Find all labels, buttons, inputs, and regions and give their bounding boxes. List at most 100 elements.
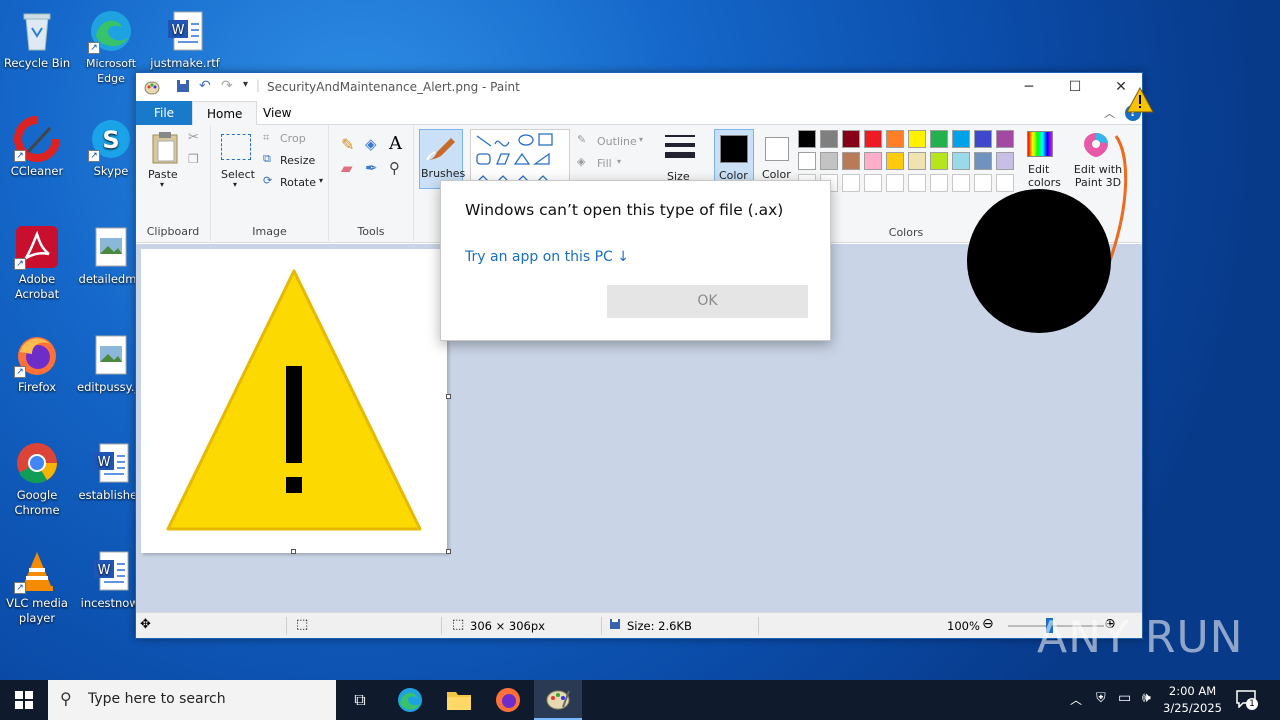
taskbar-file-explorer[interactable] — [435, 680, 483, 720]
undo-icon[interactable]: ↶ — [199, 78, 211, 94]
svg-text:W: W — [98, 563, 111, 578]
search-placeholder: Type here to search — [88, 691, 226, 707]
tab-file[interactable]: File — [136, 101, 192, 125]
redo-icon[interactable]: ↷ — [221, 78, 233, 94]
cant-open-file-dialog: Windows can’t open this type of file (.a… — [440, 180, 831, 341]
palette-swatch[interactable] — [798, 130, 816, 148]
taskbar-clock[interactable]: 2:00 AM 3/25/2025 — [1163, 683, 1222, 717]
pencil-icon[interactable]: ✎ — [341, 135, 354, 154]
palette-swatch[interactable] — [930, 130, 948, 148]
paste-button[interactable]: Paste ▾ — [146, 131, 186, 189]
magnifier-icon[interactable]: ⚲ — [389, 159, 400, 177]
show-hidden-icons[interactable]: ︿ — [1070, 691, 1082, 708]
image-group: Select ▾ ⌗ Crop ⧉ Resize ⟳ Rotate ▾ Imag… — [211, 125, 329, 241]
svg-text:W: W — [98, 455, 111, 470]
warning-triangle-image — [166, 269, 422, 531]
customize-quick-access-icon[interactable]: ▾ — [243, 79, 248, 90]
palette-swatch[interactable] — [842, 152, 860, 170]
color1-swatch — [720, 135, 748, 163]
paint-app-icon[interactable] — [144, 79, 160, 98]
palette-swatch[interactable] — [908, 152, 926, 170]
palette-swatch[interactable] — [842, 174, 860, 192]
desktop-icon-adobe-acrobat[interactable]: ↗ Adobe Acrobat — [1, 220, 73, 302]
tab-view[interactable]: View — [249, 101, 305, 125]
tab-home[interactable]: Home — [192, 101, 258, 125]
palette-swatch[interactable] — [886, 152, 904, 170]
desktop-icon-justmake-rtf[interactable]: W justmake.rtf — [149, 4, 221, 71]
clipboard-group: Paste ▾ ✂ ❐ Clipboard — [136, 125, 211, 241]
palette-swatch[interactable] — [798, 152, 816, 170]
network-security-icon[interactable]: ⛨ — [1096, 691, 1106, 706]
notification-center-button[interactable]: 1 — [1236, 690, 1260, 710]
firefox-icon — [496, 688, 520, 712]
palette-swatch[interactable] — [930, 174, 948, 192]
clock-date: 3/25/2025 — [1163, 701, 1222, 715]
color-picker-icon[interactable]: ✒ — [365, 159, 378, 177]
copy-icon[interactable]: ❐ — [188, 152, 199, 166]
resize-handle-right[interactable] — [446, 394, 451, 399]
ok-button[interactable]: OK — [607, 285, 808, 318]
save-icon[interactable] — [176, 79, 190, 96]
task-view-button[interactable]: ⧉ — [336, 680, 384, 720]
desktop-icon-vlc[interactable]: ↗ VLC media player — [1, 544, 73, 626]
desktop-icon-recycle-bin[interactable]: Recycle Bin — [1, 4, 73, 71]
desktop-icon-ccleaner[interactable]: ↗ CCleaner — [1, 112, 73, 179]
shapes-icon — [476, 133, 553, 183]
network-icon[interactable]: ▭ — [1118, 690, 1131, 706]
palette-swatch[interactable] — [908, 130, 926, 148]
image-dimensions: 306 × 306px — [470, 619, 545, 633]
palette-swatch[interactable] — [908, 174, 926, 192]
notification-count: 1 — [1246, 698, 1258, 710]
taskbar-edge[interactable] — [386, 680, 434, 720]
edge-icon: ↗ — [88, 8, 134, 54]
window-title: SecurityAndMaintenance_Alert.png - Paint — [267, 80, 520, 94]
edge-icon — [398, 688, 422, 712]
taskbar-firefox[interactable] — [484, 680, 532, 720]
image-dimensions-icon: ⬚ — [452, 617, 465, 632]
orange-arrow — [1106, 135, 1128, 267]
palette-swatch[interactable] — [886, 174, 904, 192]
desktop-icon-google-chrome[interactable]: Google Chrome — [1, 436, 73, 518]
ccleaner-icon: ↗ — [14, 116, 60, 162]
fill-bucket-icon[interactable]: ◈ — [365, 135, 377, 153]
taskbar-paint[interactable] — [534, 680, 582, 720]
palette-swatch[interactable] — [886, 130, 904, 148]
taskbar-search-box[interactable]: ⚲ Type here to search — [48, 680, 336, 720]
resize-handle-bottom[interactable] — [291, 549, 296, 554]
resize-handle-corner[interactable] — [446, 549, 451, 554]
desktop-icon-firefox[interactable]: ↗ Firefox — [1, 328, 73, 395]
palette-swatch[interactable] — [820, 152, 838, 170]
palette-swatch[interactable] — [864, 152, 882, 170]
svg-text:W: W — [172, 23, 185, 38]
zoom-out-icon[interactable]: ⊖ — [982, 616, 994, 632]
image-file-icon — [88, 332, 134, 378]
start-button[interactable] — [0, 680, 48, 720]
brush-icon — [426, 138, 455, 161]
color2-swatch — [765, 137, 789, 161]
palette-swatch[interactable] — [864, 174, 882, 192]
select-button[interactable]: Select ▾ — [219, 131, 255, 191]
text-icon[interactable]: A — [389, 133, 402, 154]
palette-swatch[interactable] — [930, 152, 948, 170]
cut-icon[interactable]: ✂ — [188, 130, 199, 145]
palette-swatch[interactable] — [864, 130, 882, 148]
image-file-icon — [88, 224, 134, 270]
eraser-icon[interactable]: ▰ — [341, 159, 353, 177]
drawing-canvas[interactable] — [141, 249, 447, 553]
try-app-link[interactable]: Try an app on this PC ↓ — [465, 249, 629, 265]
clock-time: 2:00 AM — [1168, 684, 1217, 698]
file-size: Size: 2.6KB — [627, 619, 692, 633]
size-icon — [665, 135, 695, 158]
palette-swatch[interactable] — [820, 130, 838, 148]
dialog-title: Windows can’t open this type of file (.a… — [465, 201, 784, 219]
word-document-icon: W — [162, 8, 208, 54]
palette-swatch[interactable] — [842, 130, 860, 148]
file-size-icon — [609, 618, 621, 633]
volume-icon[interactable]: 🕪 — [1142, 690, 1151, 706]
black-circle — [967, 189, 1111, 333]
cursor-position-icon: ✥ — [140, 617, 151, 632]
annotation-overlay — [967, 86, 1154, 333]
selection-size-icon: ⬚ — [296, 617, 309, 632]
status-bar: ✥ ⬚ ⬚ 306 × 306px Size: 2.6KB 100% ⊖ ⊕ — [136, 612, 1142, 638]
shapes-gallery[interactable] — [470, 129, 570, 187]
